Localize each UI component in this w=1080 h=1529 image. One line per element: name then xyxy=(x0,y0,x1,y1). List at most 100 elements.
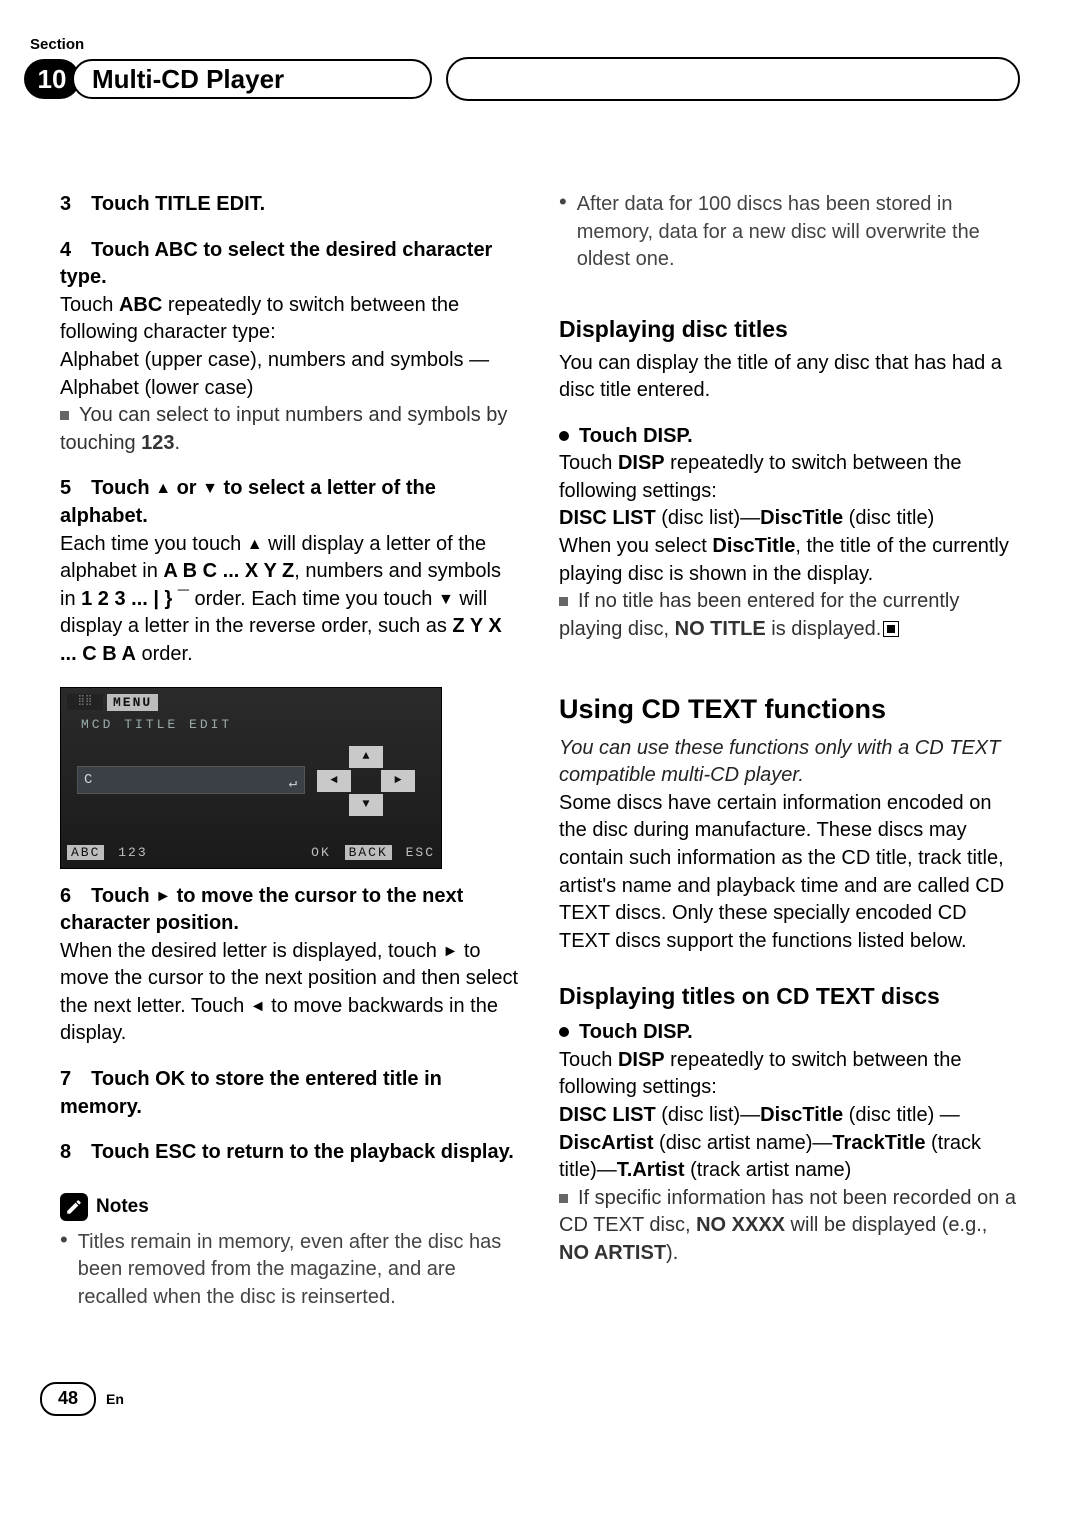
text: . xyxy=(175,432,181,454)
step-7: 7 Touch OK to store the entered title in… xyxy=(60,1066,521,1121)
disp-note: If no title has been entered for the cur… xyxy=(559,588,1020,643)
end-section-icon xyxy=(883,621,899,637)
heading-displaying-disc-titles: Displaying disc titles xyxy=(559,314,1020,346)
disp-body: Touch DISP repeatedly to switch between … xyxy=(559,450,1020,505)
text-bold: DISP xyxy=(618,452,665,474)
cdtext-disp-body: Touch DISP repeatedly to switch between … xyxy=(559,1047,1020,1102)
bullet-dot-icon: • xyxy=(60,1229,68,1312)
text-bold: TrackTitle xyxy=(832,1132,925,1154)
section-title-pill: Multi-CD Player xyxy=(72,59,432,99)
step-6-body: When the desired letter is displayed, to… xyxy=(60,938,521,1048)
cdtext-settings-line: DISC LIST (disc list)—DiscTitle (disc ti… xyxy=(559,1102,1020,1185)
step-4-body: Touch ABC repeatedly to switch between t… xyxy=(60,292,521,347)
text: You can select to input numbers and symb… xyxy=(60,404,507,454)
text: (track artist name) xyxy=(685,1159,852,1181)
cdtext-note: If specific information has not been rec… xyxy=(559,1185,1020,1268)
notes-heading: Notes xyxy=(60,1193,521,1221)
touch-disp-step: Touch DISP. xyxy=(559,423,1020,451)
text: Touch xyxy=(559,1049,618,1071)
step-5-heading: 5 Touch ▲ or ▼ to select a letter of the… xyxy=(60,475,521,530)
pencil-icon xyxy=(60,1193,88,1221)
bullet-dot-icon: • xyxy=(559,191,567,274)
text-bold: Touch DISP. xyxy=(579,1021,693,1043)
cdtext-body: Some discs have certain information enco… xyxy=(559,790,1020,956)
text: will be displayed (e.g., xyxy=(785,1214,987,1236)
note-text: Titles remain in memory, even after the … xyxy=(78,1229,521,1312)
text-bold: T.Artist xyxy=(617,1159,685,1181)
heading-displaying-cdtext-titles: Displaying titles on CD TEXT discs xyxy=(559,981,1020,1013)
cdtext-italic-note: You can use these functions only with a … xyxy=(559,735,1020,790)
text-bold: DiscTitle xyxy=(712,535,795,557)
triangle-down-icon: ▼ xyxy=(438,589,454,611)
disp-settings-line: DISC LIST (disc list)—DiscTitle (disc ti… xyxy=(559,505,1020,533)
text-bold: NO ARTIST xyxy=(559,1242,666,1264)
text: (disc title) xyxy=(843,507,934,529)
bullet-square-icon xyxy=(559,1194,568,1203)
arrow-up-button: ▲ xyxy=(349,746,383,768)
text-bold: A B C ... X Y Z xyxy=(163,560,294,582)
disp-titles-body: You can display the title of any disc th… xyxy=(559,350,1020,405)
text-bold: DISP xyxy=(618,1049,665,1071)
left-column: 3 Touch TITLE EDIT. 4 Touch ABC to selec… xyxy=(60,191,521,1312)
arrow-down-button: ▼ xyxy=(349,794,383,816)
header-row: 10 Multi-CD Player xyxy=(24,57,1020,101)
bullet-square-icon xyxy=(60,411,69,420)
text: (disc list)— xyxy=(656,1104,760,1126)
text: 5 Touch xyxy=(60,477,155,499)
title-edit-screenshot: ⣿⣿ MENU MCD TITLE EDIT C ↵ ▲ ◄ ► ▼ ABC 1… xyxy=(60,687,442,869)
step-4-heading: 4 Touch ABC to select the desired charac… xyxy=(60,237,521,292)
note-item-1: • Titles remain in memory, even after th… xyxy=(60,1229,521,1312)
screenshot-bottom-bar: ABC 123 OK BACK ESC xyxy=(67,844,435,862)
screenshot-esc-button: ESC xyxy=(406,845,435,860)
text: Each time you touch xyxy=(60,533,247,555)
language-code: En xyxy=(106,1391,124,1407)
arrow-right-button: ► xyxy=(381,770,415,792)
step-8: 8 Touch ESC to return to the playback di… xyxy=(60,1139,521,1167)
text: 6 Touch xyxy=(60,885,155,907)
text: (disc title) — xyxy=(843,1104,960,1126)
note-text: After data for 100 discs has been stored… xyxy=(577,191,1020,274)
touch-disp-step-2: Touch DISP. xyxy=(559,1019,1020,1047)
arrow-left-button: ◄ xyxy=(317,770,351,792)
right-column: • After data for 100 discs has been stor… xyxy=(559,191,1020,1312)
page-footer: 48 En xyxy=(40,1382,1020,1416)
disp-body2: When you select DiscTitle, the title of … xyxy=(559,533,1020,588)
text-bold: DiscTitle xyxy=(760,507,843,529)
notes-block: Notes • Titles remain in memory, even af… xyxy=(60,1193,521,1312)
text: order. Each time you touch xyxy=(189,588,438,610)
heading-using-cd-text: Using CD TEXT functions xyxy=(559,691,1020,728)
text-bold: NO TITLE xyxy=(675,618,766,640)
step-3: 3 Touch TITLE EDIT. xyxy=(60,191,521,219)
screenshot-subtitle: MCD TITLE EDIT xyxy=(81,716,232,734)
text: When the desired letter is displayed, to… xyxy=(60,940,442,962)
text: (disc list)— xyxy=(656,507,760,529)
text: Touch xyxy=(60,294,119,316)
text-bold: ABC xyxy=(119,294,162,316)
bullet-square-icon xyxy=(559,597,568,606)
notes-label: Notes xyxy=(96,1194,149,1220)
page-number: 48 xyxy=(40,1382,96,1416)
triangle-up-icon: ▲ xyxy=(155,478,171,500)
bullet-round-icon xyxy=(559,431,569,441)
text-bold: DISC LIST xyxy=(559,507,656,529)
text-bold: Touch DISP. xyxy=(579,425,693,447)
screenshot-back-button: BACK xyxy=(345,845,392,860)
triangle-right-icon: ► xyxy=(442,941,458,963)
triangle-left-icon: ◄ xyxy=(250,996,266,1018)
section-label: Section xyxy=(30,36,1020,53)
step-6-heading: 6 Touch ► to move the cursor to the next… xyxy=(60,883,521,938)
text: order. xyxy=(136,643,193,665)
text-bold: DiscTitle xyxy=(760,1104,843,1126)
enter-icon: ↵ xyxy=(289,771,298,797)
screenshot-123-button: 123 xyxy=(118,845,147,860)
screenshot-menu-tab: MENU xyxy=(107,694,158,712)
step-5-body: Each time you touch ▲ will display a let… xyxy=(60,531,521,669)
text: or xyxy=(171,477,202,499)
screenshot-input-value: C xyxy=(84,772,93,788)
screenshot-abc-button: ABC xyxy=(67,845,104,860)
text: is displayed. xyxy=(766,618,882,640)
text-bold: DISC LIST xyxy=(559,1104,656,1126)
screenshot-ok-button: OK xyxy=(311,845,331,860)
triangle-right-icon: ► xyxy=(155,886,171,908)
text: (disc artist name)— xyxy=(653,1132,832,1154)
